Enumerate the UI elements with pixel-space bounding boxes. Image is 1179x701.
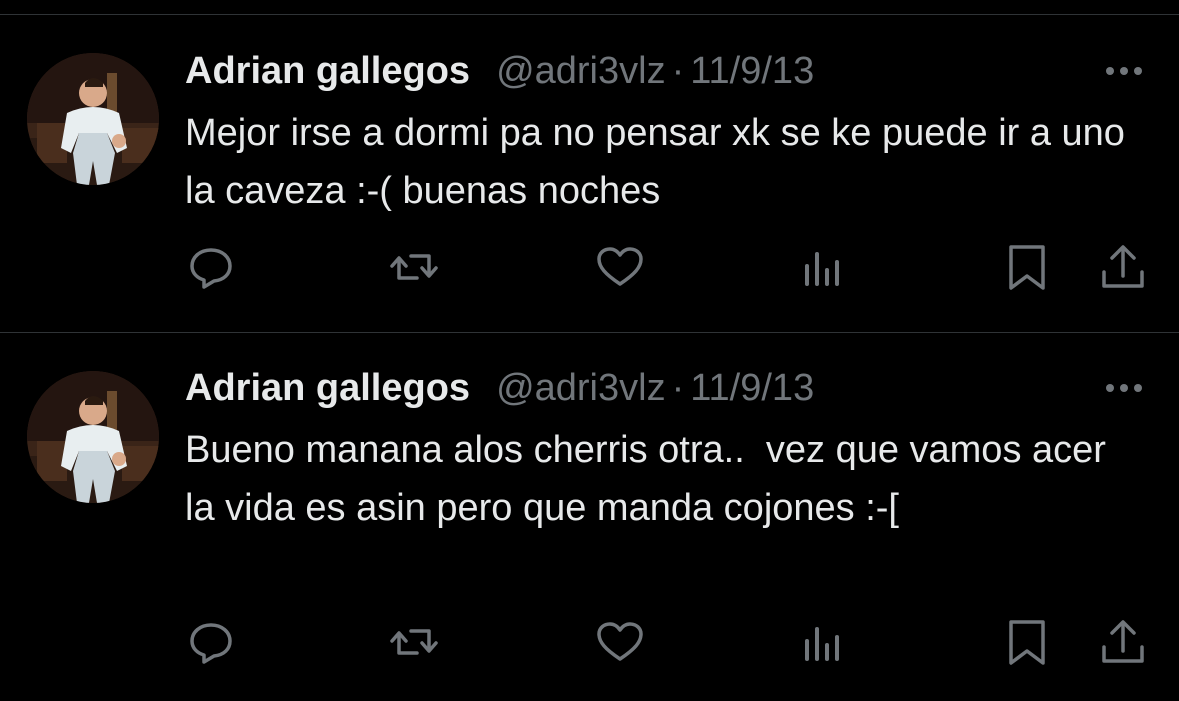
tweet-text: Mejor irse a dormi pa no pensar xk se ke… — [185, 112, 1136, 212]
tweet[interactable]: Adrian gallegos @adri3vlz · 11/9/13 Mejo… — [0, 0, 1179, 332]
more-icon[interactable] — [1100, 61, 1148, 81]
avatar[interactable] — [27, 53, 159, 185]
bookmark-icon[interactable] — [1002, 242, 1052, 292]
share-icon[interactable] — [1098, 617, 1148, 667]
avatar[interactable] — [27, 371, 159, 503]
like-icon[interactable] — [595, 617, 645, 667]
meta-separator: · — [671, 50, 685, 92]
author-handle[interactable]: @adri3vlz — [496, 367, 666, 410]
tweet-actions — [0, 242, 1179, 292]
reply-icon[interactable] — [186, 617, 236, 667]
more-icon[interactable] — [1100, 378, 1148, 398]
author-handle[interactable]: @adri3vlz — [496, 50, 666, 93]
author-name[interactable]: Adrian gallegos — [185, 367, 470, 410]
views-icon[interactable] — [799, 617, 849, 667]
tweet[interactable]: Adrian gallegos @adri3vlz · 11/9/13 Buen… — [0, 333, 1179, 701]
tweet-actions — [0, 617, 1179, 667]
retweet-icon[interactable] — [389, 617, 439, 667]
meta-separator: · — [671, 367, 685, 409]
author-name[interactable]: Adrian gallegos — [185, 50, 470, 93]
bookmark-icon[interactable] — [1002, 617, 1052, 667]
views-icon[interactable] — [799, 242, 849, 292]
retweet-icon[interactable] — [389, 242, 439, 292]
like-icon[interactable] — [595, 242, 645, 292]
tweet-header: Adrian gallegos @adri3vlz · 11/9/13 — [185, 50, 814, 94]
tweet-text: Bueno manana alos cherris otra.. vez que… — [185, 429, 1117, 529]
tweet-date[interactable]: 11/9/13 — [690, 367, 814, 410]
reply-icon[interactable] — [186, 242, 236, 292]
tweet-header: Adrian gallegos @adri3vlz · 11/9/13 — [185, 367, 814, 411]
share-icon[interactable] — [1098, 242, 1148, 292]
tweet-date[interactable]: 11/9/13 — [690, 50, 814, 93]
